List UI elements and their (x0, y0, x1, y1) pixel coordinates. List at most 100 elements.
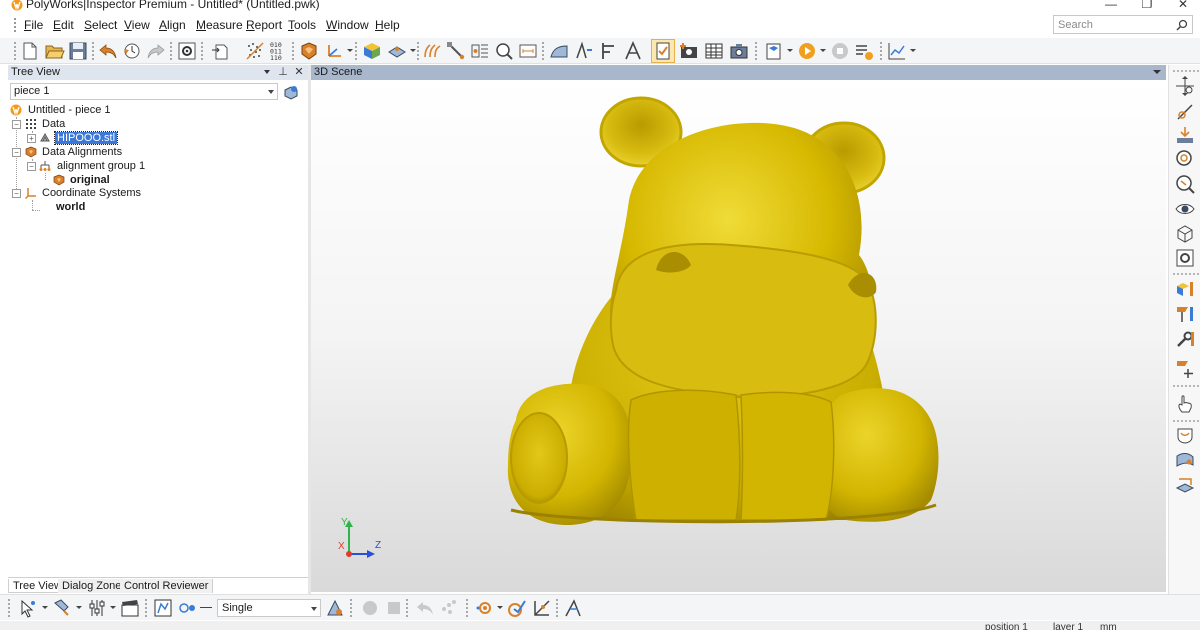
open-file-button[interactable] (43, 40, 65, 62)
status-units[interactable]: mm (1100, 622, 1117, 630)
redo-button[interactable] (145, 40, 167, 62)
probe-view-button[interactable] (1174, 101, 1196, 123)
object-color-button[interactable] (361, 40, 383, 62)
minimize-button[interactable]: — (1096, 0, 1126, 12)
dropdown-arrow-icon[interactable] (820, 49, 826, 52)
cross-section-button[interactable] (548, 40, 570, 62)
menu-measure[interactable]: Measure (196, 18, 243, 32)
chart-button[interactable] (886, 40, 908, 62)
expand-icon[interactable]: + (27, 134, 36, 143)
comparison-button[interactable] (469, 40, 491, 62)
toolbar-grip[interactable] (14, 42, 17, 60)
menu-window[interactable]: Window (326, 18, 369, 32)
menu-select[interactable]: Select (84, 18, 117, 32)
move-annotation-button[interactable] (1174, 357, 1196, 379)
alignment-button[interactable] (298, 40, 320, 62)
check-target-button[interactable] (506, 597, 528, 619)
select-points-button[interactable] (17, 597, 39, 619)
link-select-button[interactable] (177, 597, 199, 619)
feature-button[interactable] (421, 40, 443, 62)
macro-list-button[interactable] (853, 40, 875, 62)
inspect-button[interactable] (1174, 424, 1196, 446)
hippo-model[interactable]: Y X Z (311, 80, 1166, 592)
piece-selector[interactable]: piece 1 (10, 83, 278, 100)
dropdown-arrow-icon[interactable] (110, 606, 116, 609)
options-button[interactable] (176, 40, 198, 62)
transform-button[interactable] (531, 597, 553, 619)
scene-menu-arrow-icon[interactable] (1153, 70, 1161, 74)
menu-grip[interactable] (14, 18, 17, 32)
text-annotation-button[interactable] (622, 40, 644, 62)
menu-file[interactable]: File (24, 18, 43, 32)
piece-manager-icon[interactable] (282, 83, 300, 101)
import-button[interactable] (210, 40, 232, 62)
select-mode-button[interactable] (86, 597, 108, 619)
tree-view-menu-arrow-icon[interactable] (264, 70, 270, 74)
checklist-button[interactable] (651, 39, 675, 63)
toolbar-grip[interactable] (8, 599, 11, 617)
play-macro-button[interactable] (796, 40, 818, 62)
dropdown-arrow-icon[interactable] (76, 606, 82, 609)
tree-item-world[interactable]: world (56, 201, 256, 215)
collapse-icon[interactable]: − (27, 162, 36, 171)
restore-button[interactable]: ❐ (1132, 0, 1162, 12)
undo-history-button[interactable] (121, 40, 143, 62)
binary-data-button[interactable]: 010 011 110 (268, 40, 290, 62)
status-layer[interactable]: layer 1 (1053, 622, 1083, 630)
selection-mode-select[interactable]: Single (217, 599, 321, 617)
dropdown-arrow-icon[interactable] (787, 49, 793, 52)
stop-button[interactable] (383, 597, 405, 619)
menu-report[interactable]: Report (246, 18, 282, 32)
tree-item-alignment-group[interactable]: − alignment group 1 (27, 160, 227, 174)
annotation-button[interactable] (1174, 303, 1196, 325)
save-button[interactable] (67, 40, 89, 62)
fit-primitive-button[interactable] (562, 597, 584, 619)
undo-button[interactable] (97, 40, 119, 62)
tree-item-data[interactable]: − Data (12, 118, 212, 132)
visibility-button[interactable] (1174, 198, 1196, 220)
dropdown-arrow-icon[interactable] (347, 49, 353, 52)
point-step-button[interactable] (438, 597, 460, 619)
caliper-button[interactable] (598, 40, 620, 62)
clapper-button[interactable] (119, 597, 141, 619)
selection-tool-button[interactable] (324, 597, 346, 619)
tab-control-reviewer[interactable]: Control Reviewer (120, 579, 214, 593)
collapse-icon[interactable]: − (12, 120, 21, 129)
collapse-icon[interactable]: − (12, 148, 21, 157)
interaction-mode-button[interactable] (1174, 393, 1196, 415)
tree-view-pin-button[interactable]: ⊥ (277, 65, 289, 78)
gauge-button[interactable] (573, 40, 595, 62)
zoom-fit-button[interactable] (1174, 173, 1196, 195)
clipping-planes-button[interactable] (1174, 222, 1196, 244)
report-button[interactable] (763, 40, 785, 62)
menu-tools[interactable]: Tools (288, 18, 316, 32)
dropdown-arrow-icon[interactable] (42, 606, 48, 609)
dropdown-arrow-icon[interactable] (910, 49, 916, 52)
tree-item-original[interactable]: original (53, 174, 253, 188)
dropdown-arrow-icon[interactable] (410, 49, 416, 52)
zoom-feature-button[interactable] (493, 40, 515, 62)
stop-macro-button[interactable] (829, 40, 851, 62)
tree-item-alignments[interactable]: − Data Alignments (12, 146, 212, 160)
collapse-icon[interactable]: − (12, 189, 21, 198)
record-button[interactable] (359, 597, 381, 619)
search-icon[interactable] (1175, 18, 1189, 32)
measure-view-button[interactable] (1174, 124, 1196, 146)
sections-button[interactable] (1174, 474, 1196, 496)
scene-viewport[interactable]: Y X Z (311, 80, 1166, 592)
target-points-button[interactable] (474, 597, 496, 619)
dropdown-arrow-icon[interactable] (497, 606, 503, 609)
tools-button[interactable] (1174, 328, 1196, 350)
status-position[interactable]: position 1 (985, 622, 1028, 630)
close-window-button[interactable]: ✕ (1168, 0, 1198, 12)
probe-button[interactable] (445, 40, 467, 62)
menu-view[interactable]: View (124, 18, 150, 32)
menu-help[interactable]: Help (375, 18, 400, 32)
menu-align[interactable]: Align (159, 18, 186, 32)
tree-item-coordinate-systems[interactable]: − Coordinate Systems (12, 187, 212, 201)
dimension-button[interactable] (517, 40, 539, 62)
view-settings-button[interactable] (1174, 247, 1196, 269)
surface-compare-button[interactable] (1174, 449, 1196, 471)
menu-edit[interactable]: Edit (53, 18, 74, 32)
polyline-select-button[interactable] (152, 597, 174, 619)
